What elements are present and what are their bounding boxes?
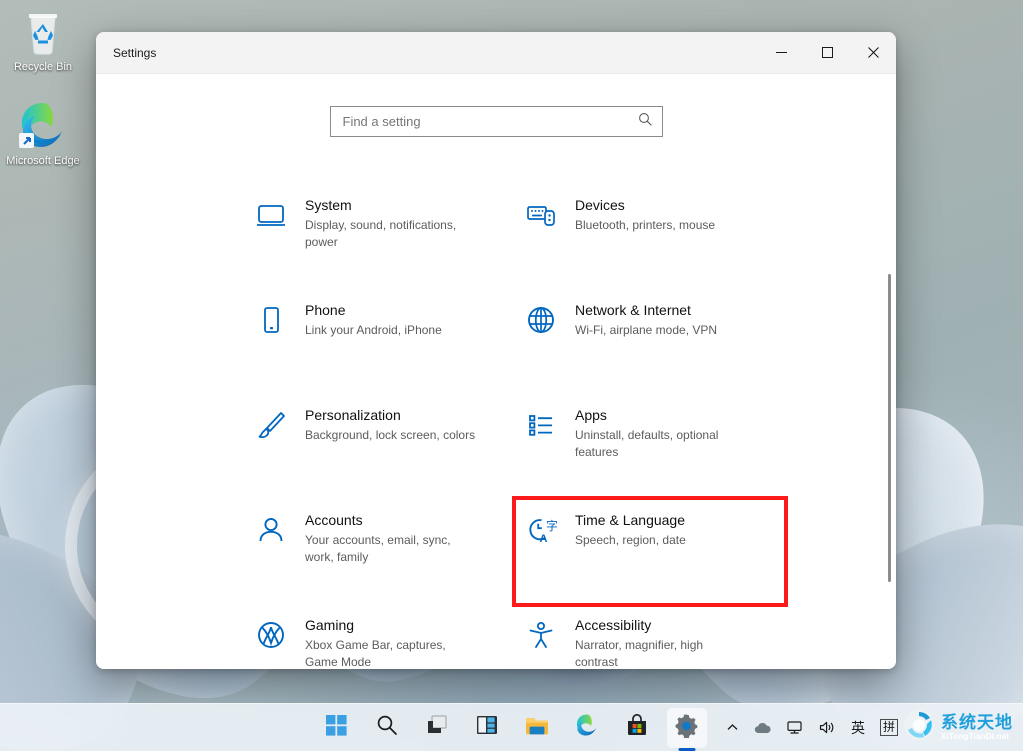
taskbar-settings-button[interactable] xyxy=(667,708,707,748)
store-icon xyxy=(626,714,648,741)
taskbar-widgets-button[interactable] xyxy=(467,708,507,748)
search-input[interactable] xyxy=(343,114,638,129)
maximize-button[interactable] xyxy=(804,32,850,74)
settings-tile-system[interactable]: System Display, sound, notifications, po… xyxy=(245,184,515,289)
monitor-icon xyxy=(254,198,288,232)
svg-text:A: A xyxy=(540,533,548,545)
microsoft-edge-icon xyxy=(575,713,599,742)
paintbrush-icon xyxy=(254,408,288,442)
tile-title: Phone xyxy=(305,302,345,318)
clock-language-icon: A 字 xyxy=(524,513,558,547)
desktop: Recycle Bin Microsoft Edge xyxy=(0,0,1023,751)
tile-title: Devices xyxy=(575,197,625,213)
settings-tile-gaming[interactable]: Gaming Xbox Game Bar, captures, Game Mod… xyxy=(245,604,515,669)
tile-title: Accessibility xyxy=(575,617,651,633)
settings-tile-devices[interactable]: Devices Bluetooth, printers, mouse xyxy=(515,184,785,289)
watermark-cn-text: 系统天地 xyxy=(941,714,1013,731)
tile-description: Bluetooth, printers, mouse xyxy=(575,217,715,234)
tile-title: Network & Internet xyxy=(575,302,691,318)
recycle-bin-icon xyxy=(3,6,83,58)
window-title-bar[interactable]: Settings xyxy=(96,32,896,74)
settings-tile-network-internet[interactable]: Network & Internet Wi-Fi, airplane mode,… xyxy=(515,289,785,394)
settings-tile-time-language[interactable]: A 字 Time & Language Speech, region, date xyxy=(515,499,785,604)
settings-tile-personalization[interactable]: Personalization Background, lock screen,… xyxy=(245,394,515,499)
watermark-en-text: XiTongTianDi.net xyxy=(941,733,1013,741)
microsoft-edge-icon xyxy=(3,100,83,152)
network-icon[interactable] xyxy=(784,714,807,742)
system-tray: 英 拼 xyxy=(723,714,901,742)
search-box[interactable] xyxy=(330,106,663,137)
person-icon xyxy=(254,513,288,547)
widgets-icon xyxy=(476,714,498,741)
accessibility-icon xyxy=(524,618,558,652)
search-icon xyxy=(376,714,398,741)
ime-language-icon[interactable]: 英 xyxy=(848,714,868,742)
tile-description: Display, sound, notifications, power xyxy=(305,217,477,251)
taskbar-task-view-button[interactable] xyxy=(417,708,457,748)
content-scrollbar[interactable] xyxy=(888,274,891,582)
phone-icon xyxy=(254,303,288,337)
settings-tile-accounts[interactable]: Accounts Your accounts, email, sync, wor… xyxy=(245,499,515,604)
folder-icon xyxy=(525,714,549,741)
taskbar-edge-button[interactable] xyxy=(567,708,607,748)
site-watermark: 系统天地 XiTongTianDi.net xyxy=(902,706,1020,748)
app-list-icon xyxy=(524,408,558,442)
xbox-icon xyxy=(254,618,288,652)
tile-description: Uninstall, defaults, optional features xyxy=(575,427,747,461)
tile-title: Accounts xyxy=(305,512,363,528)
desktop-icon-label-line1: Microsoft xyxy=(6,155,51,167)
tile-description: Wi-Fi, airplane mode, VPN xyxy=(575,322,717,339)
tile-description: Link your Android, iPhone xyxy=(305,322,442,339)
tile-title: Personalization xyxy=(305,407,401,423)
window-controls xyxy=(758,32,896,74)
taskbar-microsoft-store-button[interactable] xyxy=(617,708,657,748)
taskbar-start-button[interactable] xyxy=(317,708,357,748)
taskbar-search-button[interactable] xyxy=(367,708,407,748)
close-button[interactable] xyxy=(850,32,896,74)
gear-icon xyxy=(674,713,699,743)
window-title: Settings xyxy=(113,46,156,60)
taskbar-file-explorer-button[interactable] xyxy=(517,708,557,748)
tile-description: Your accounts, email, sync, work, family xyxy=(305,532,477,566)
keyboard-mouse-icon xyxy=(524,198,558,232)
tile-title: Time & Language xyxy=(575,512,685,528)
taskbar: 英 拼 系统天地 XiTongTianDi.net xyxy=(0,703,1023,751)
recycle-swirl-logo xyxy=(902,708,938,747)
svg-text:字: 字 xyxy=(546,518,557,533)
globe-icon xyxy=(524,303,558,337)
search-area xyxy=(96,74,896,137)
taskbar-buttons xyxy=(317,708,707,748)
settings-window: Settings xyxy=(96,32,896,669)
desktop-icon-recycle-bin[interactable]: Recycle Bin xyxy=(3,6,83,74)
task-view-icon xyxy=(426,714,448,741)
cloud-icon[interactable] xyxy=(751,714,775,742)
settings-tile-accessibility[interactable]: Accessibility Narrator, magnifier, high … xyxy=(515,604,785,669)
tile-title: System xyxy=(305,197,352,213)
speaker-icon[interactable] xyxy=(816,714,839,742)
settings-tile-phone[interactable]: Phone Link your Android, iPhone xyxy=(245,289,515,394)
windows-start-icon xyxy=(326,715,347,741)
settings-content: System Display, sound, notifications, po… xyxy=(96,74,896,669)
tile-description: Background, lock screen, colors xyxy=(305,427,475,444)
minimize-button[interactable] xyxy=(758,32,804,74)
tile-description: Speech, region, date xyxy=(575,532,686,549)
tile-title: Gaming xyxy=(305,617,354,633)
desktop-icon-label-line2: Edge xyxy=(54,155,80,167)
tile-description: Xbox Game Bar, captures, Game Mode xyxy=(305,637,477,669)
chevron-up-icon[interactable] xyxy=(723,714,742,742)
tile-title: Apps xyxy=(575,407,607,423)
ime-pinyin-icon[interactable]: 拼 xyxy=(877,714,901,742)
tile-description: Narrator, magnifier, high contrast xyxy=(575,637,747,669)
search-icon xyxy=(638,112,653,132)
settings-grid: System Display, sound, notifications, po… xyxy=(245,184,896,669)
desktop-icon-label: Recycle Bin xyxy=(14,61,72,73)
desktop-icon-microsoft-edge[interactable]: Microsoft Edge xyxy=(3,100,83,168)
settings-tile-apps[interactable]: Apps Uninstall, defaults, optional featu… xyxy=(515,394,785,499)
